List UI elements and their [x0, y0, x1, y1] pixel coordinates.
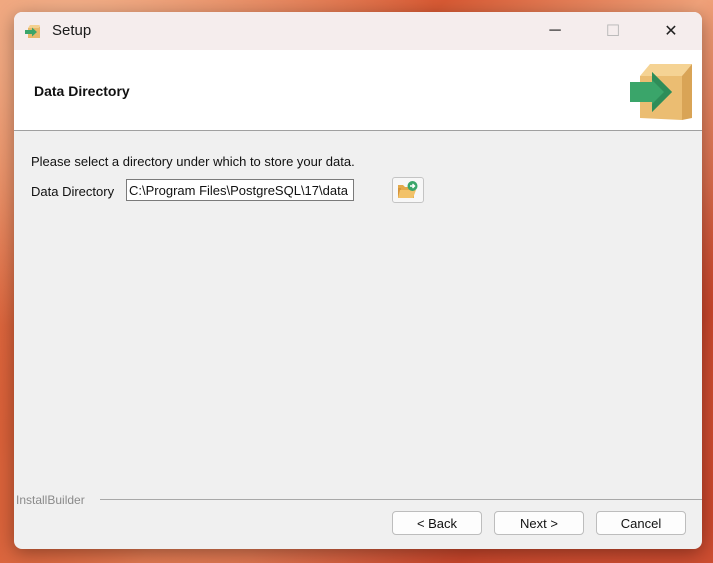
footer-divider [100, 499, 702, 500]
wizard-content: Please select a directory under which to… [14, 131, 702, 503]
instruction-text: Please select a directory under which to… [31, 154, 355, 169]
data-directory-input[interactable] [126, 179, 354, 201]
folder-browse-icon [398, 181, 418, 198]
maximize-icon: ☐ [605, 23, 621, 40]
window-title: Setup [52, 22, 92, 39]
close-button[interactable]: ✕ [642, 12, 700, 50]
cancel-button[interactable]: Cancel [596, 511, 686, 535]
minimize-icon: ─ [549, 22, 561, 39]
installer-box-arrow-icon [25, 25, 40, 38]
installbuilder-label: InstallBuilder [16, 493, 85, 507]
maximize-button[interactable]: ☐ [584, 12, 642, 50]
close-icon: ✕ [664, 23, 678, 40]
back-button[interactable]: < Back [392, 511, 482, 535]
browse-button[interactable] [392, 177, 424, 203]
page-title: Data Directory [34, 83, 130, 99]
next-button[interactable]: Next > [494, 511, 584, 535]
setup-window: Setup ─ ☐ ✕ Data Directory Please select… [14, 12, 702, 549]
minimize-button[interactable]: ─ [526, 12, 584, 50]
box-arrow-logo [630, 64, 692, 120]
data-directory-label: Data Directory [31, 184, 115, 199]
title-bar[interactable]: Setup ─ ☐ ✕ [14, 12, 702, 50]
wizard-header: Data Directory [14, 50, 702, 131]
